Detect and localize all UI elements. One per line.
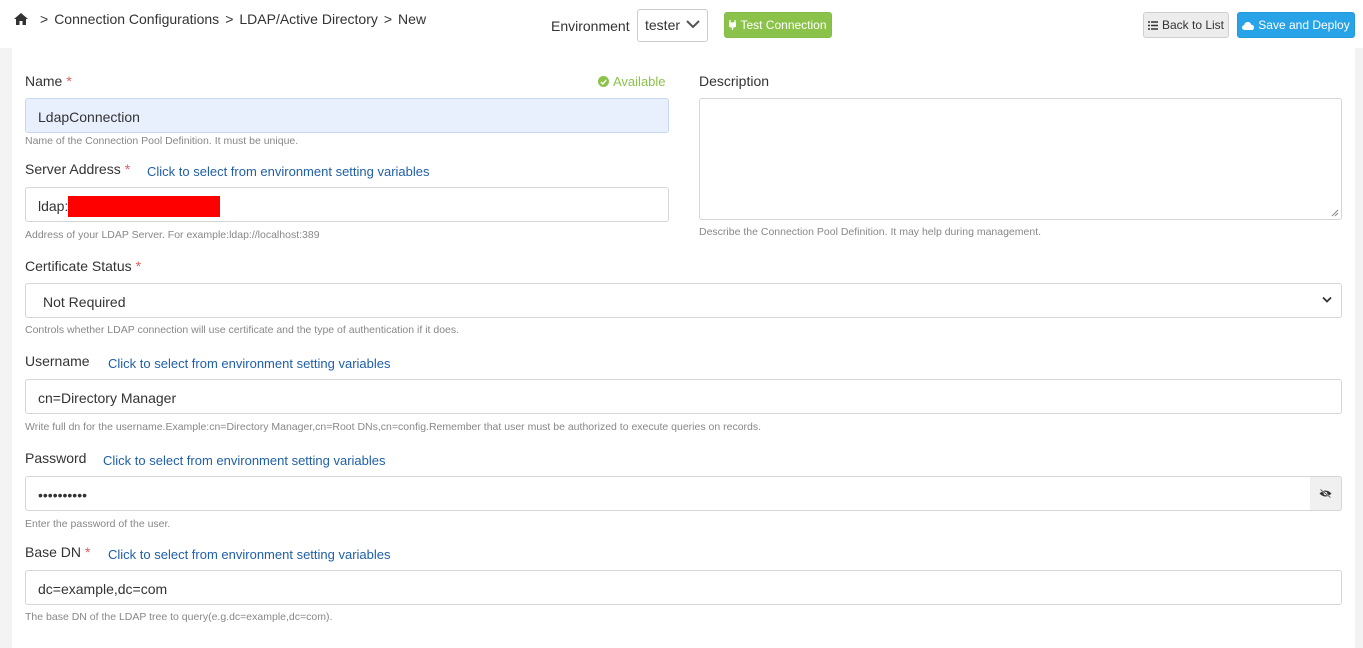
required-marker: * [124, 161, 131, 177]
username-input[interactable]: cn=Directory Manager [25, 379, 1342, 414]
plug-icon [729, 20, 737, 30]
password-label: Password [25, 450, 87, 466]
name-help: Name of the Connection Pool Definition. … [25, 135, 299, 147]
base-dn-help: The base DN of the LDAP tree to query(e.… [25, 611, 333, 623]
availability-text: Available [613, 74, 666, 89]
save-and-deploy-label: Save and Deploy [1258, 18, 1350, 32]
chevron-down-icon [1322, 296, 1332, 303]
server-address-value: ldap: [38, 198, 69, 214]
cloud-icon [1242, 21, 1255, 30]
toggle-password-visibility-button[interactable] [1310, 476, 1342, 511]
name-label-text: Name [25, 73, 63, 89]
base-dn-input[interactable]: dc=example,dc=com [25, 570, 1342, 605]
username-env-link[interactable]: Click to select from environment setting… [108, 356, 391, 371]
server-address-label: Server Address * [25, 161, 130, 177]
test-connection-button[interactable]: Test Connection [724, 12, 832, 38]
back-to-list-button[interactable]: Back to List [1143, 12, 1229, 38]
home-icon[interactable] [14, 13, 28, 25]
required-marker: * [66, 73, 72, 89]
description-help: Describe the Connection Pool Definition.… [699, 226, 1042, 238]
description-label: Description [699, 73, 770, 89]
password-env-link[interactable]: Click to select from environment setting… [103, 453, 386, 468]
required-marker: * [135, 258, 142, 274]
server-address-label-text: Server Address [25, 161, 121, 177]
back-to-list-label: Back to List [1161, 18, 1225, 32]
save-and-deploy-button[interactable]: Save and Deploy [1237, 12, 1355, 38]
required-marker: * [85, 544, 91, 560]
breadcrumb-connection-configurations[interactable]: Connection Configurations [54, 11, 219, 27]
server-address-env-link[interactable]: Click to select from environment setting… [147, 164, 430, 179]
environment-value: tester [645, 17, 681, 33]
name-input[interactable]: LdapConnection [25, 98, 669, 133]
certificate-status-help: Controls whether LDAP connection will us… [25, 324, 460, 336]
eye-slash-icon [1319, 489, 1332, 498]
name-input-value: LdapConnection [38, 109, 140, 125]
server-address-help: Address of your LDAP Server. For example… [25, 229, 320, 241]
certificate-status-value: Not Required [43, 294, 126, 310]
certificate-status-select[interactable]: Not Required [25, 283, 1342, 318]
password-help: Enter the password of the user. [25, 518, 171, 530]
environment-label: Environment [551, 18, 630, 34]
username-label: Username [25, 353, 90, 369]
password-value: •••••••••• [38, 487, 88, 503]
top-bar: > Connection Configurations > LDAP/Activ… [0, 0, 1363, 48]
breadcrumb-separator: > [225, 11, 234, 27]
description-textarea[interactable] [699, 98, 1342, 220]
redacted-block [68, 196, 220, 217]
breadcrumb-separator: > [383, 11, 393, 27]
password-input[interactable]: •••••••••• [25, 476, 1311, 511]
name-availability: Available [598, 74, 666, 89]
breadcrumb-separator: > [40, 11, 49, 27]
breadcrumb-ldap[interactable]: LDAP/Active Directory [239, 11, 377, 27]
certificate-status-label: Certificate Status * [25, 258, 141, 274]
name-label: Name * [25, 73, 72, 89]
check-circle-icon [598, 76, 609, 87]
environment-select[interactable]: tester [637, 9, 708, 42]
username-help: Write full dn for the username.Example:c… [25, 421, 762, 433]
resize-handle-icon[interactable] [1331, 209, 1339, 217]
username-value: cn=Directory Manager [38, 390, 177, 406]
test-connection-label: Test Connection [740, 18, 827, 32]
chevron-down-icon [686, 20, 700, 29]
base-dn-label: Base DN * [25, 544, 90, 560]
base-dn-label-text: Base DN [25, 544, 82, 560]
breadcrumb: > Connection Configurations > LDAP/Activ… [14, 11, 426, 27]
breadcrumb-current: New [398, 11, 427, 27]
list-icon [1147, 20, 1158, 30]
base-dn-value: dc=example,dc=com [38, 581, 168, 597]
certificate-status-label-text: Certificate Status [25, 258, 132, 274]
base-dn-env-link[interactable]: Click to select from environment setting… [108, 547, 391, 562]
